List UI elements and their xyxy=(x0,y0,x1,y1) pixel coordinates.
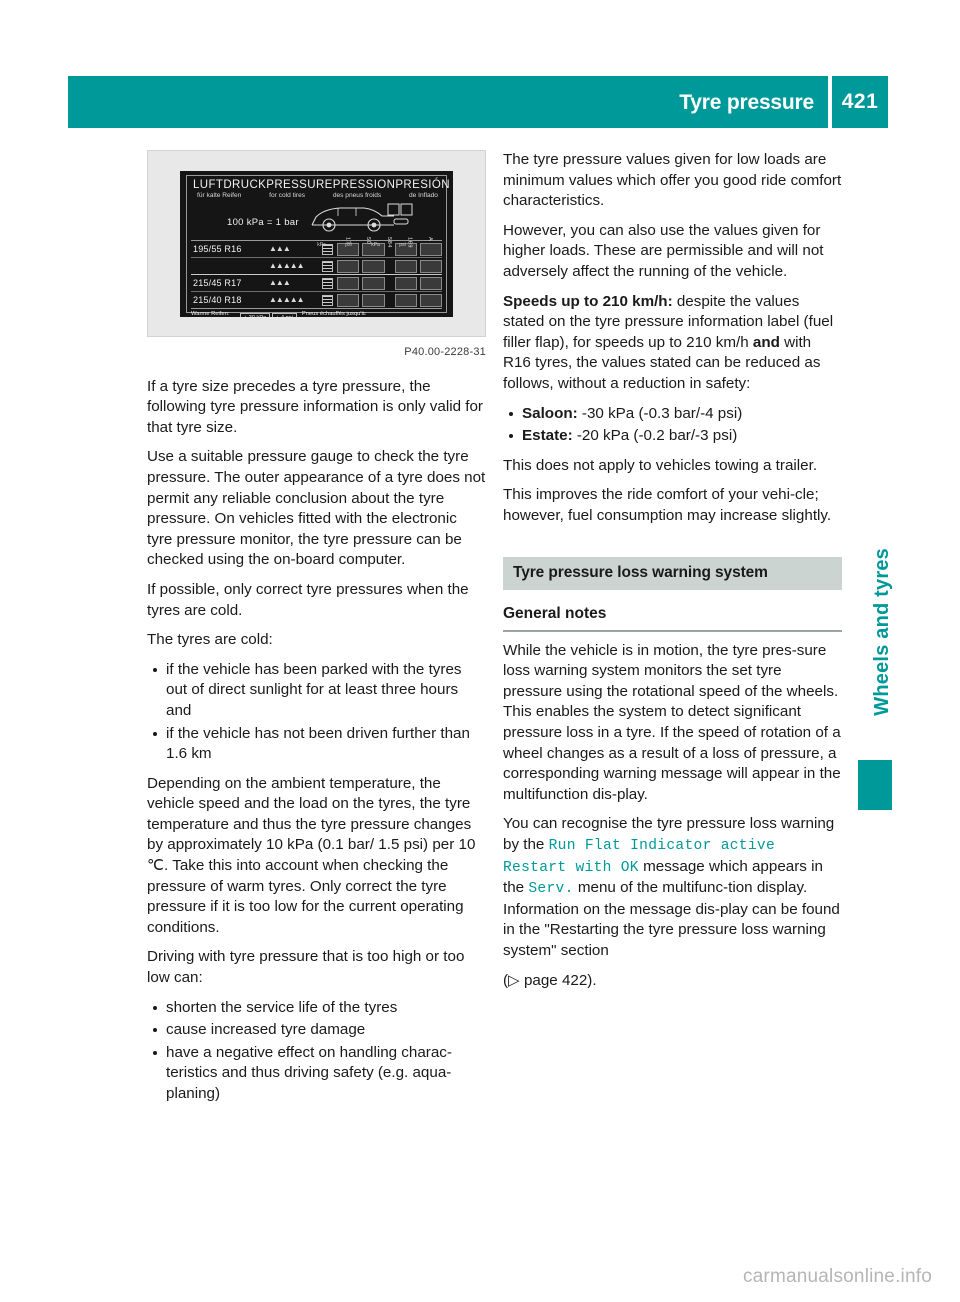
list-item-text: cause increased tyre damage xyxy=(166,1021,366,1039)
occupants-icon: ▲▲▲ xyxy=(267,277,333,289)
list-item: if the vehicle has been parked with the … xyxy=(147,660,486,722)
plate-title-fr: PRESSION xyxy=(332,178,396,191)
plate-sub-fr: des pneus froids xyxy=(332,192,382,200)
bullet-icon xyxy=(153,731,157,736)
page-number: 421 xyxy=(841,90,879,113)
list-item: Estate: -20 kPa (-0.2 bar/-3 psi) xyxy=(503,426,842,447)
site-watermark: carmanualsonline.info xyxy=(742,1266,932,1287)
left-paragraph-2: Use a suitable pressure gauge to check t… xyxy=(147,448,486,569)
page-title: Tyre pressure xyxy=(679,90,814,114)
plate-title-en: PRESSURE xyxy=(266,178,333,191)
plate-part-number: A 169 584 50 17 xyxy=(344,237,433,249)
list-item-text: if the vehicle has been parked with the … xyxy=(166,660,462,719)
plate-titles: LUFTDRUCK PRESSURE PRESSION PRESIÓN xyxy=(191,178,450,192)
consequences-list: shorten the service life of the tyres ca… xyxy=(147,998,486,1105)
reduction-label-saloon: Saloon: xyxy=(522,404,578,422)
speeds-paragraph: Speeds up to 210 km/h: despite the value… xyxy=(503,292,842,395)
pressure-plate-illustration: LUFTDRUCK PRESSURE PRESSION PRESIÓN für … xyxy=(178,168,455,319)
figure-caption: P40.00-2228-31 xyxy=(404,346,486,358)
occupants-icon: ▲▲▲▲▲ xyxy=(267,260,333,272)
right-paragraph-5: While the vehicle is in motion, the tyre… xyxy=(503,641,841,803)
section-heading-band: Tyre pressure loss warning system xyxy=(503,556,842,591)
list-item: if the vehicle has not been driven furth… xyxy=(147,724,486,765)
plate-row-size: 195/55 R16 xyxy=(193,244,242,255)
plate-conversion-area: 100 kPa = 1 bar kPa psi kPa psi A 169 58… xyxy=(191,199,442,249)
plate-title-es: PRESIÓN xyxy=(395,178,450,191)
plate-footer-box-psi: + 4 psi xyxy=(272,313,297,317)
left-column: LUFTDRUCK PRESSURE PRESSION PRESIÓN für … xyxy=(147,150,486,1114)
right-paragraph-4: This improves the ride comfort of your v… xyxy=(503,486,832,524)
list-item: cause increased tyre damage xyxy=(147,1020,486,1041)
reduction-label-estate: Estate: xyxy=(522,427,573,445)
plate-unit-kpa-1: kPa xyxy=(317,242,326,249)
plate-table-row: 215/40 R18 ▲▲▲▲▲ xyxy=(191,292,442,308)
left-paragraph-5: Depending on the ambient temperature, th… xyxy=(147,774,476,936)
plate-conversion-text: 100 kPa = 1 bar xyxy=(227,217,299,229)
figure-frame: LUFTDRUCK PRESSURE PRESSION PRESIÓN für … xyxy=(147,150,486,337)
right-paragraph-3: This does not apply to vehicles towing a… xyxy=(503,456,818,474)
list-item: shorten the service life of the tyres xyxy=(147,998,486,1019)
list-item: have a negative effect on handling chara… xyxy=(147,1043,486,1105)
bullet-icon xyxy=(153,1028,157,1033)
reduction-value-saloon: -30 kPa (-0.3 bar/-4 psi) xyxy=(577,404,743,422)
right-paragraph-2: However, you can also use the values giv… xyxy=(503,221,824,280)
chapter-tab-label: Wheels and tyres xyxy=(871,548,893,716)
right-column: The tyre pressure values given for low l… xyxy=(503,150,842,991)
speeds-label: Speeds up to 210 km/h: xyxy=(503,292,673,310)
plate-subtitles: für kalte Reifen for cold tires des pneu… xyxy=(191,191,442,199)
reduction-value-estate: -20 kPa (-0.2 bar/-3 psi) xyxy=(572,427,738,445)
page-header: Tyre pressure 421 xyxy=(68,76,888,128)
left-paragraph-1: If a tyre size precedes a tyre pressure,… xyxy=(147,377,483,436)
page-number-box: 421 xyxy=(832,76,888,128)
pressure-reduction-list: Saloon: -30 kPa (-0.3 bar/-4 psi) Estate… xyxy=(503,404,842,447)
right-paragraph-6: You can recognise the tyre pressure loss… xyxy=(503,814,842,961)
plate-footer-left: Warme Reifen: Warm tires up to: xyxy=(191,311,230,318)
plate-footer-boxes: + 30 kPa + 4 psi xyxy=(239,313,297,317)
bullet-icon xyxy=(509,411,513,416)
plate-footer-right: Pneus échauffés jusqu'à: Neumáticos cali… xyxy=(301,311,367,318)
bullet-icon xyxy=(153,1050,157,1055)
plate-sub-es: de Inflado xyxy=(409,192,438,200)
plate-sub-de: für kalte Reifen xyxy=(197,192,242,200)
list-item: Saloon: -30 kPa (-0.3 bar/-4 psi) xyxy=(503,404,842,425)
plate-sub-en: for cold tires xyxy=(269,192,306,200)
bullet-icon xyxy=(153,1005,157,1010)
plate-footer-box-kpa: + 30 kPa xyxy=(239,313,271,317)
left-paragraph-4: The tyres are cold: xyxy=(147,631,273,649)
sub-heading-general-notes: General notes xyxy=(503,604,842,632)
header-title-bar: Tyre pressure xyxy=(68,76,828,128)
right-paragraph-1: The tyre pressure values given for low l… xyxy=(503,151,842,210)
chapter-tab-marker xyxy=(858,760,892,810)
list-item-text: if the vehicle has not been driven furth… xyxy=(166,724,470,763)
speeds-and: and xyxy=(752,333,780,351)
list-item-text: have a negative effect on handling chara… xyxy=(166,1043,452,1102)
left-paragraph-6: Driving with tyre pressure that is too h… xyxy=(147,948,465,987)
bullet-icon xyxy=(153,667,157,672)
bullet-icon xyxy=(509,434,513,439)
display-menu-serv: Serv. xyxy=(528,881,574,898)
car-outline-icon xyxy=(311,203,413,232)
plate-row-size: 215/40 R18 xyxy=(193,295,242,306)
occupants-icon: ▲▲▲▲▲ xyxy=(267,294,333,306)
chapter-tab: Wheels and tyres xyxy=(858,548,896,778)
page-cross-reference[interactable]: (▷ page 422). xyxy=(503,971,842,992)
left-paragraph-3: If possible, only correct tyre pressures… xyxy=(147,580,469,619)
tyre-pressure-label-figure: LUFTDRUCK PRESSURE PRESSION PRESIÓN für … xyxy=(147,150,486,363)
list-item-text: shorten the service life of the tyres xyxy=(166,998,398,1016)
plate-title-de: LUFTDRUCK xyxy=(193,178,267,191)
cold-conditions-list: if the vehicle has been parked with the … xyxy=(147,660,486,765)
